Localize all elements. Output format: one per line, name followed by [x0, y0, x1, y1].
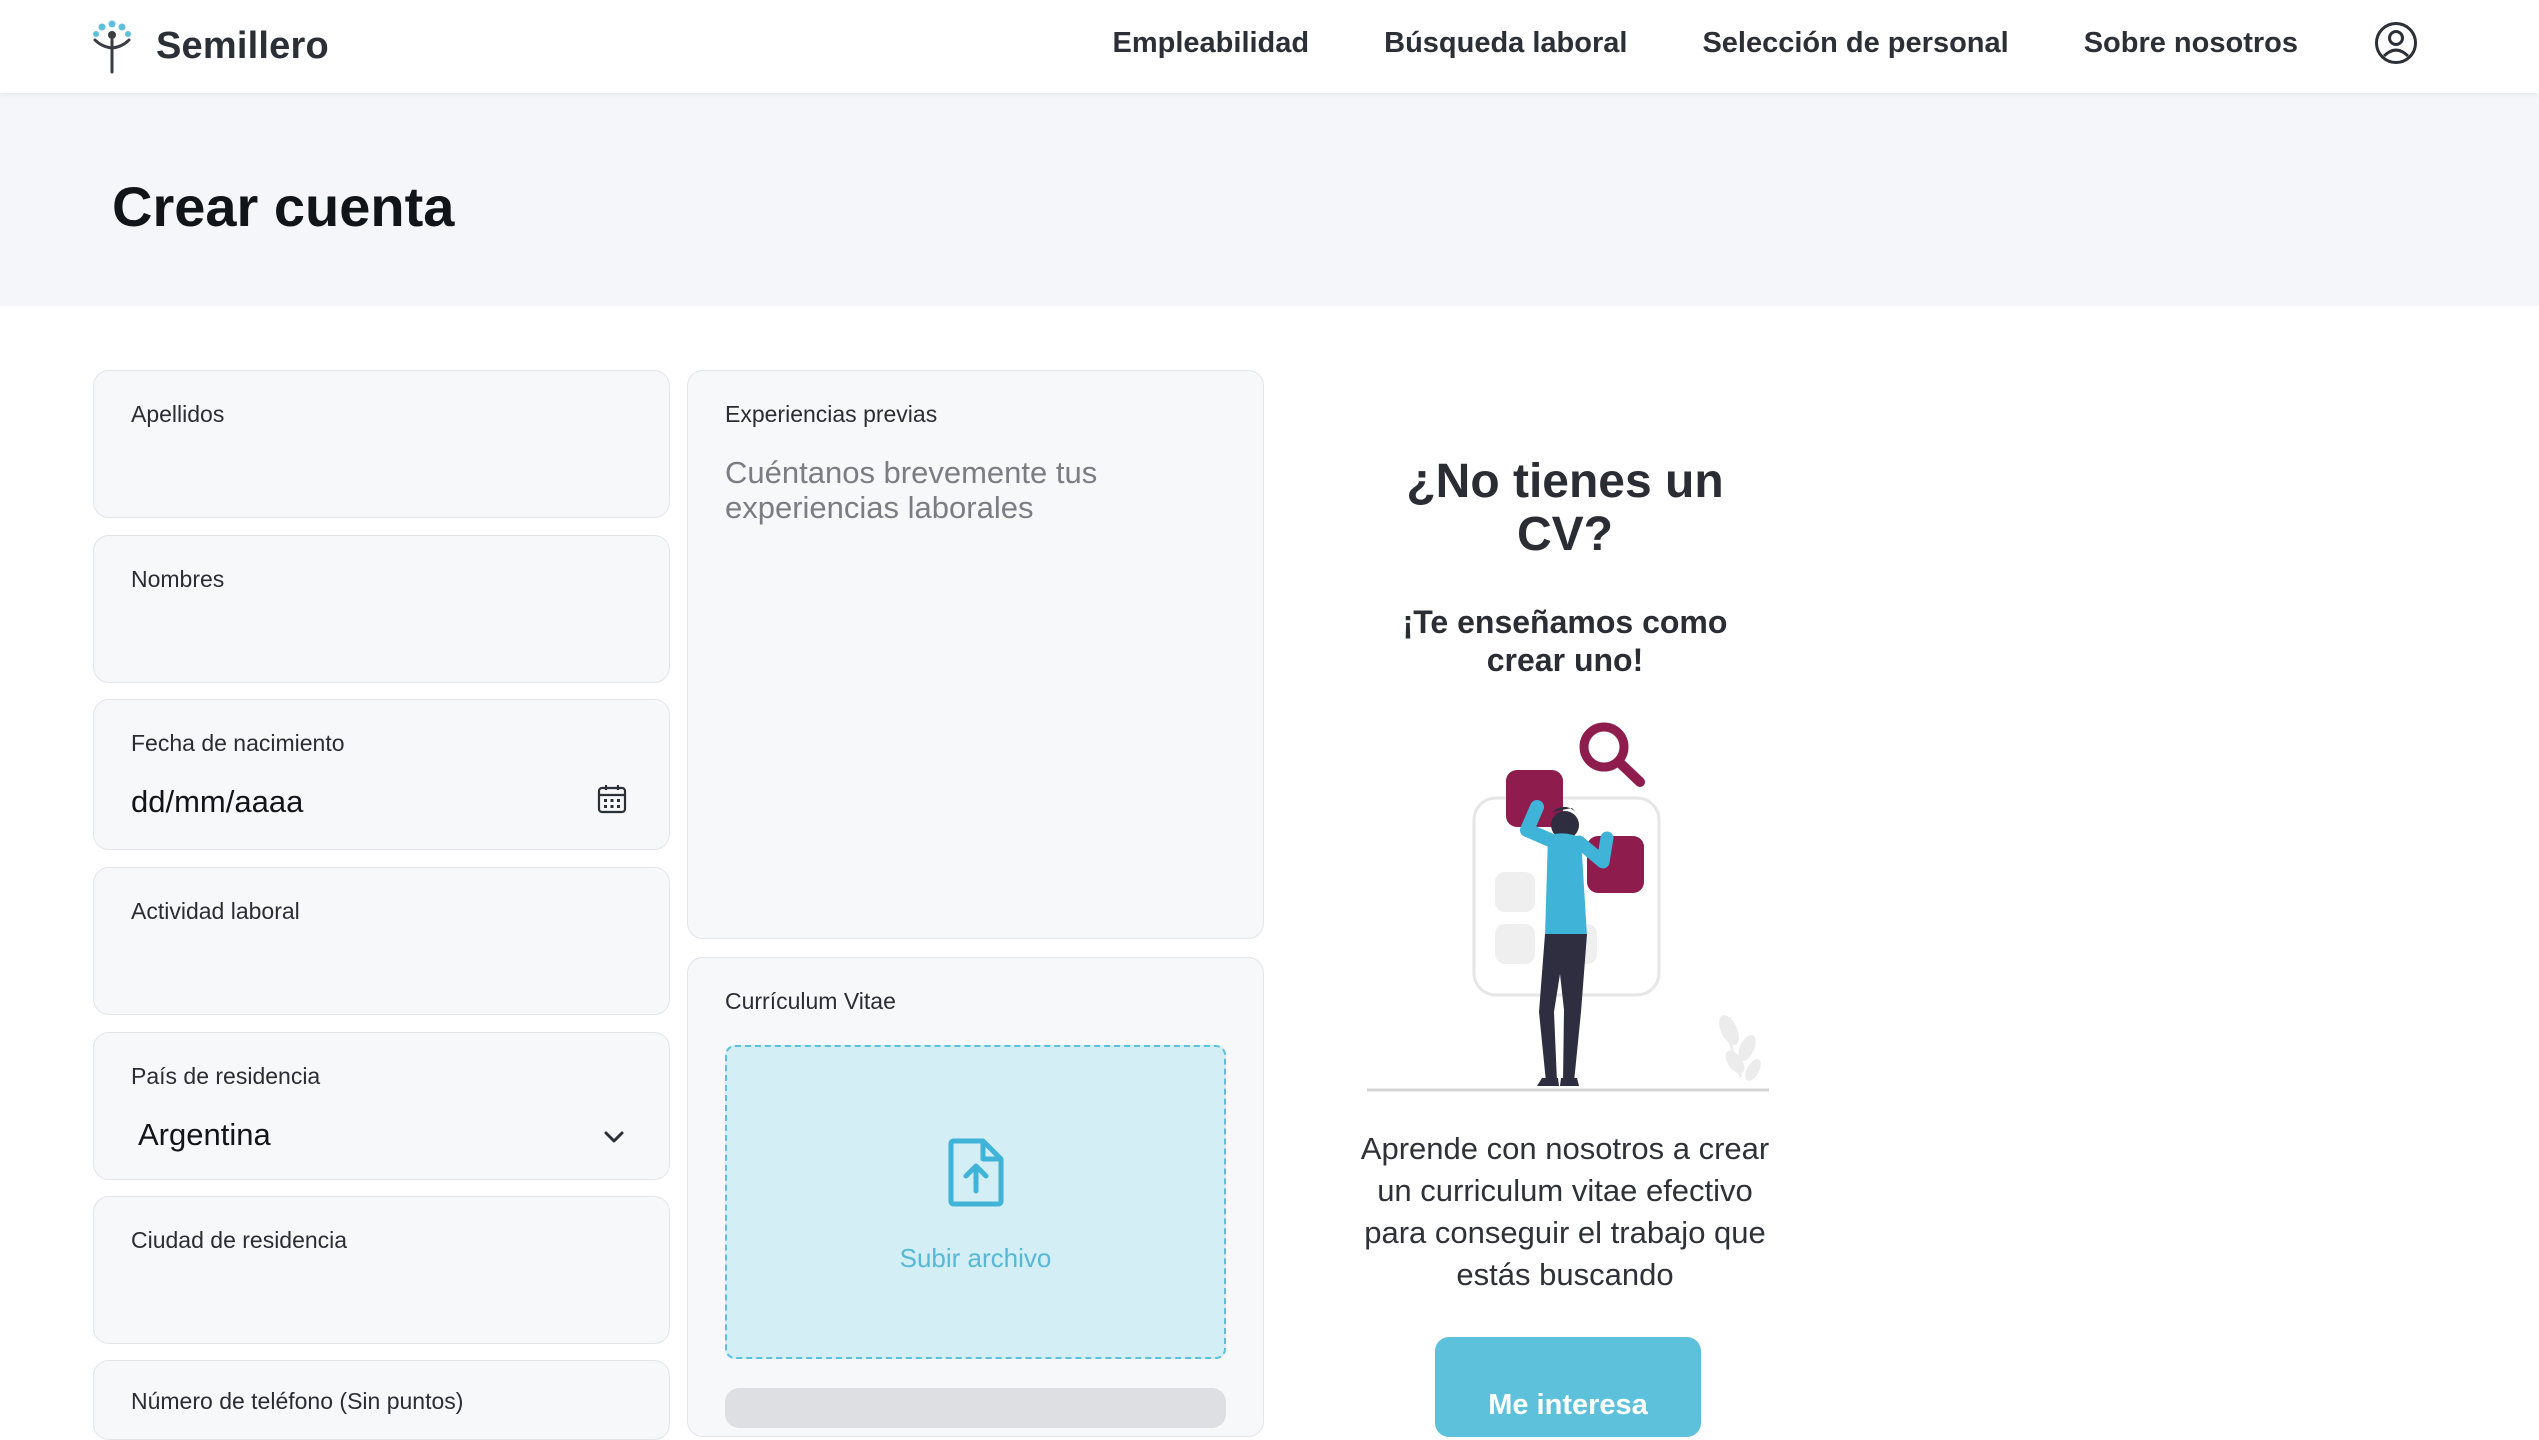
ciudad-residencia-field[interactable]: Ciudad de residencia	[93, 1196, 670, 1344]
nombres-field[interactable]: Nombres	[93, 535, 670, 683]
nombres-label: Nombres	[131, 566, 225, 592]
fecha-nacimiento-input[interactable]: dd/mm/aaaa	[131, 784, 303, 820]
promo-description: Aprende con nosotros a crear un curricul…	[1360, 1131, 1770, 1292]
fecha-nacimiento-label: Fecha de nacimiento	[131, 730, 345, 756]
apellidos-label: Apellidos	[131, 401, 225, 427]
file-upload-icon	[948, 1138, 1004, 1207]
pais-residencia-label: País de residencia	[131, 1063, 321, 1089]
ciudad-residencia-label: Ciudad de residencia	[131, 1227, 348, 1253]
page-header: Crear cuenta	[0, 93, 2539, 306]
pais-residencia-value[interactable]: Argentina	[138, 1117, 271, 1153]
nav-link-busqueda-laboral[interactable]: Búsqueda laboral	[1384, 27, 1627, 60]
main-nav: Empleabilidad Búsqueda laboral Selección…	[1113, 0, 2539, 86]
experiencias-label: Experiencias previas	[725, 401, 938, 427]
telefono-label: Número de teléfono (Sin puntos)	[131, 1388, 464, 1414]
cv-upload-card: Currículum Vitae Subir archivo	[687, 957, 1264, 1437]
actividad-laboral-label: Actividad laboral	[131, 898, 300, 924]
pais-residencia-select[interactable]: País de residencia Argentina	[93, 1032, 670, 1180]
promo-subtitle: ¡Te enseñamos como crear uno!	[1402, 604, 1728, 678]
cv-search-illustration	[1367, 722, 1769, 1092]
experiencias-placeholder: Cuéntanos brevemente tus experiencias la…	[725, 455, 1098, 525]
navbar: Semillero Empleabilidad Búsqueda laboral…	[0, 0, 2539, 93]
telefono-field[interactable]: Número de teléfono (Sin puntos)	[93, 1360, 670, 1440]
me-interesa-button[interactable]: Me interesa	[1435, 1337, 1701, 1437]
user-circle-icon[interactable]	[2374, 21, 2418, 65]
cv-label: Currículum Vitae	[725, 988, 896, 1014]
nav-link-empleabilidad[interactable]: Empleabilidad	[1113, 27, 1310, 60]
upload-file-label: Subir archivo	[899, 1243, 1052, 1273]
nav-link-sobre-nosotros[interactable]: Sobre nosotros	[2084, 27, 2298, 60]
experiencias-textarea[interactable]: Experiencias previas Cuéntanos brevement…	[687, 370, 1264, 939]
sprout-person-icon	[93, 20, 131, 74]
page-title: Crear cuenta	[112, 175, 455, 238]
chevron-down-icon[interactable]	[603, 1130, 625, 1144]
brand-logo[interactable]: Semillero	[88, 18, 329, 74]
actividad-laboral-field[interactable]: Actividad laboral	[93, 867, 670, 1015]
cv-submit-bar[interactable]	[725, 1388, 1226, 1428]
promo-title: ¿No tienes un CV?	[1406, 455, 1724, 561]
fecha-nacimiento-field[interactable]: Fecha de nacimiento dd/mm/aaaa	[93, 699, 670, 850]
nav-link-seleccion-personal[interactable]: Selección de personal	[1702, 27, 2008, 60]
brand-name: Semillero	[156, 24, 329, 67]
cv-dropzone[interactable]: Subir archivo	[725, 1045, 1226, 1359]
apellidos-field[interactable]: Apellidos	[93, 370, 670, 518]
calendar-icon[interactable]	[597, 784, 627, 814]
